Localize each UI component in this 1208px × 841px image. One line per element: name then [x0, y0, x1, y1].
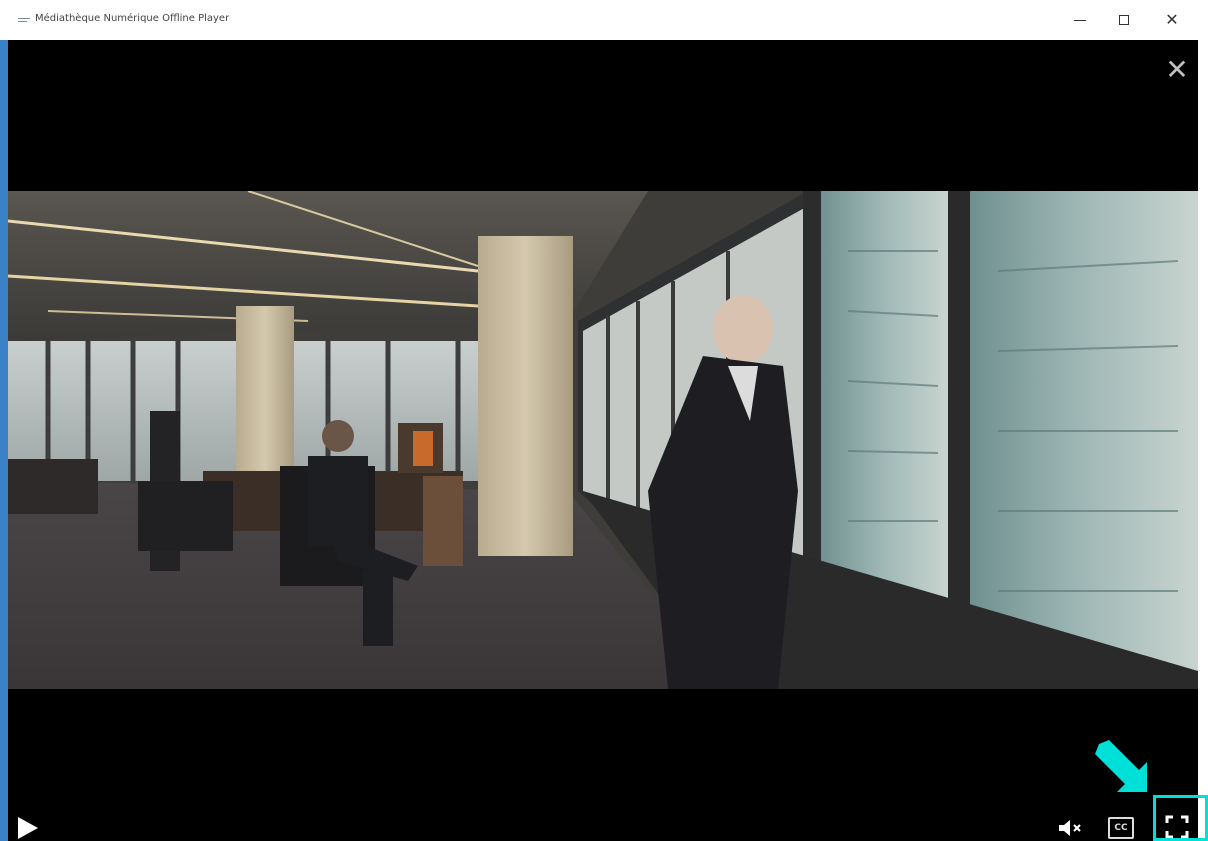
close-window-button[interactable]: ✕ [1152, 6, 1192, 34]
pointer-arrow-icon [1095, 740, 1147, 792]
close-icon: ✕ [1165, 53, 1189, 86]
window-title: Médiathèque Numérique Offline Player [35, 13, 230, 24]
window-right-border [1198, 40, 1208, 841]
close-icon: ✕ [1165, 10, 1179, 29]
maximize-icon [1119, 15, 1129, 25]
play-icon[interactable] [18, 817, 38, 839]
menu-icon[interactable] [18, 17, 32, 23]
volume-muted-icon[interactable] [1058, 817, 1084, 839]
player-close-button[interactable]: ✕ [1163, 56, 1191, 84]
minimize-button[interactable] [1060, 6, 1100, 34]
fullscreen-highlight [1153, 795, 1208, 841]
app-window: Médiathèque Numérique Offline Player ✕ ✕ [0, 0, 1208, 841]
closed-captions-button[interactable]: CC [1108, 817, 1134, 839]
closed-captions-label: CC [1114, 823, 1128, 833]
minimize-icon [1074, 19, 1086, 21]
video-still [8, 191, 1198, 689]
player-controls: CC [8, 800, 1198, 841]
maximize-button[interactable] [1104, 6, 1144, 34]
window-left-border [0, 0, 8, 841]
video-player[interactable]: ✕ CC [8, 40, 1198, 841]
video-frame[interactable] [8, 191, 1198, 689]
title-bar: Médiathèque Numérique Offline Player ✕ [0, 0, 1208, 40]
